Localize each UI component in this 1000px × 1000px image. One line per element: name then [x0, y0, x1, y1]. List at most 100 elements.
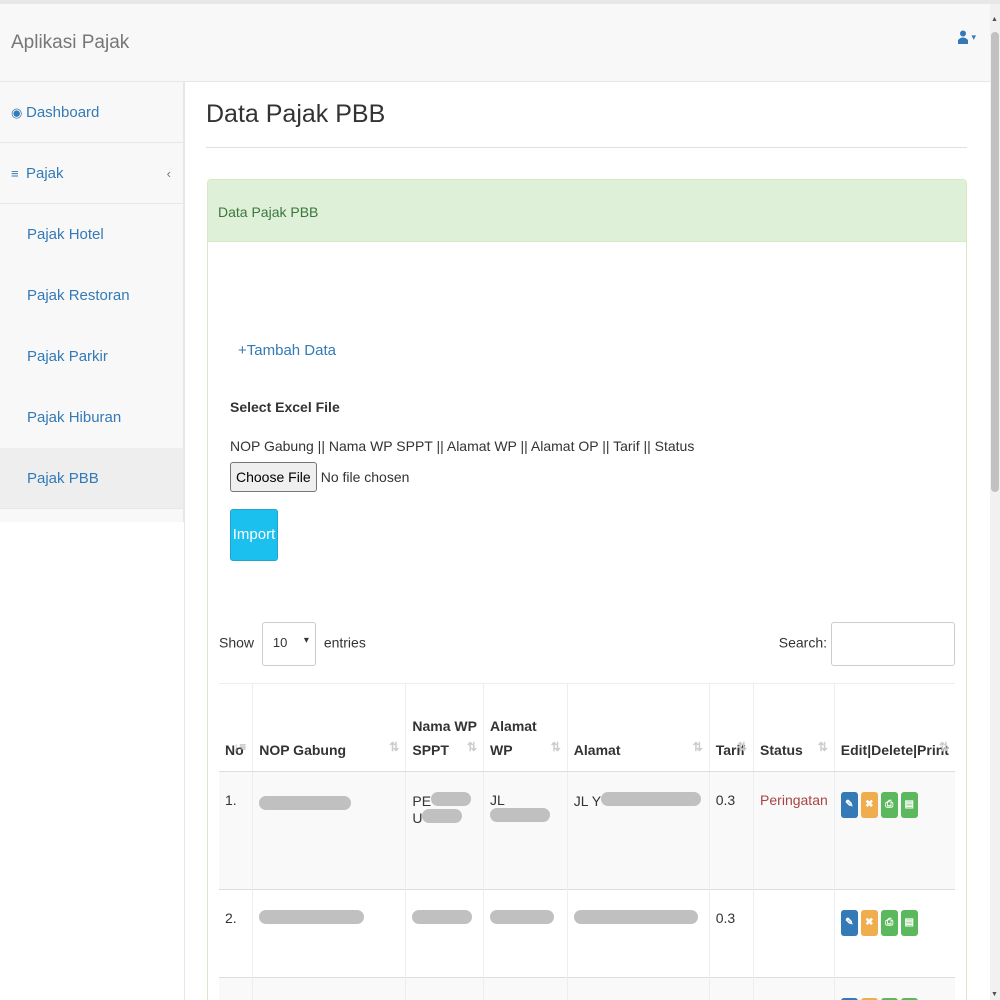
search-label: Search:: [778, 634, 827, 651]
delete-icon[interactable]: ✖: [860, 910, 878, 936]
divider: [206, 147, 967, 148]
column-header-nama[interactable]: Nama WP SPPT ⇅: [405, 683, 484, 772]
add-data-link[interactable]: +Tambah Data: [238, 342, 336, 359]
redacted-text: [431, 792, 472, 806]
edit-icon[interactable]: ✎: [840, 792, 858, 818]
entries-select[interactable]: 10 ▾: [261, 622, 316, 666]
cell-alamat-wp: JL PERINTIS: [483, 977, 568, 1000]
user-icon: [958, 30, 969, 44]
sidebar-item-label: Pajak PBB: [27, 470, 99, 487]
chevron-down-icon: ▾: [303, 635, 309, 646]
cell-status: Peringatan: [753, 771, 835, 890]
cell-alamat: JL PELEPAH ASRI II BT 06: [566, 977, 710, 1000]
document-icon[interactable]: ▤: [900, 910, 918, 936]
sidebar-item-pajak[interactable]: ≡ Pajak ‹: [0, 143, 183, 204]
sidebar-item-dashboard[interactable]: ◉ Dashboard: [0, 82, 183, 143]
sidebar-item-label: Pajak Restoran: [27, 287, 130, 304]
sidebar-item-pajak-restoran[interactable]: Pajak Restoran: [0, 265, 183, 326]
chevron-down-icon: ▾: [971, 32, 976, 42]
cell-no: 1.: [219, 771, 253, 890]
cell-alamat-wp: [483, 889, 568, 978]
page-title: Data Pajak PBB: [206, 100, 386, 128]
redacted-text: [259, 796, 352, 810]
cell-alamat: JL Y: [566, 771, 710, 890]
redacted-text: [490, 910, 555, 924]
sort-icon: ⇅: [692, 739, 703, 754]
excel-format-hint: NOP Gabung || Nama WP SPPT || Alamat WP …: [230, 438, 695, 454]
column-header-tarif[interactable]: Tarif ⇅: [708, 683, 754, 772]
table-row: 3. 317502100300000190 PT JL PERINTIS JL …: [219, 977, 955, 1000]
search-control: Search:: [779, 622, 955, 666]
table-row: 1. PE U JL JL Y 0.3 Peringatan ✎ ✖ ⎙ ▤: [219, 771, 955, 890]
sort-icon: ⇅: [466, 739, 478, 754]
file-status: No file chosen: [320, 469, 410, 485]
app-brand[interactable]: Aplikasi Pajak: [11, 32, 129, 54]
cell-tarif: 0.3: [708, 771, 754, 890]
sidebar-item-pajak-pbb[interactable]: Pajak PBB: [0, 448, 183, 509]
cell-tarif: 0.3: [708, 889, 754, 978]
sidebar-item-pajak-parkir[interactable]: Pajak Parkir: [0, 326, 183, 387]
cell-no: 2.: [219, 889, 253, 978]
cell-nop: [252, 771, 406, 890]
sidebar-item-pajak-hiburan[interactable]: Pajak Hiburan: [0, 387, 183, 448]
sort-icon: ⇅: [736, 739, 748, 754]
cell-no: 3.: [219, 977, 253, 1000]
redacted-text: [490, 808, 551, 822]
show-label: Show: [219, 634, 255, 651]
sidebar-item-label: Dashboard: [26, 104, 100, 121]
search-input[interactable]: [831, 622, 955, 666]
dashboard-icon: ◉: [11, 105, 23, 120]
scroll-down-icon[interactable]: ▼: [991, 991, 998, 998]
column-header-no[interactable]: No ↓≡: [219, 683, 253, 772]
user-menu[interactable]: ▾: [958, 28, 976, 44]
cell-actions: ✎✖⎙▤: [833, 771, 955, 890]
redacted-text: [601, 792, 702, 806]
choose-file-button[interactable]: Choose File: [230, 462, 317, 492]
redacted-text: [573, 910, 698, 924]
sort-icon: ⇅: [817, 739, 828, 754]
page-scrollbar[interactable]: ▲ ▼: [990, 4, 1000, 1000]
sort-icon: ⇅: [550, 739, 561, 754]
cell-actions: ✎✖⎙▤: [833, 977, 955, 1000]
sidebar-item-label: Pajak Parkir: [27, 348, 108, 365]
cell-actions: ✎✖⎙▤: [833, 889, 955, 978]
cell-alamat: [566, 889, 710, 978]
cell-alamat-wp: JL: [483, 771, 568, 890]
sidebar: ◉ Dashboard ≡ Pajak ‹ Pajak Hotel Pajak Re…: [0, 82, 184, 522]
edit-icon[interactable]: ✎: [840, 910, 858, 936]
column-header-actions[interactable]: Edit|Delete|Print ⇅: [833, 683, 955, 772]
top-navbar: Aplikasi Pajak ▾: [0, 4, 990, 82]
table-header-row: No ↓≡ NOP Gabung ⇅ Nama WP SPPT ⇅ Alamat WP…: [219, 683, 955, 772]
main-content: Data Pajak PBB Data Pajak PBB +Tambah Da…: [184, 82, 990, 1000]
panel-heading: Data Pajak PBB: [208, 180, 966, 242]
sort-icon: ⇅: [389, 739, 400, 754]
pbb-table: No ↓≡ NOP Gabung ⇅ Nama WP SPPT ⇅ Alamat WP…: [219, 683, 955, 1000]
sort-desc-icon: ↓≡: [233, 739, 247, 754]
column-header-status[interactable]: Status ⇅: [753, 683, 835, 772]
cell-nama: PE U: [405, 771, 484, 890]
cell-nama: [405, 889, 484, 978]
sidebar-item-label: Pajak Hotel: [27, 226, 104, 243]
sidebar-item-pajak-hotel[interactable]: Pajak Hotel: [0, 204, 183, 265]
scrollbar-thumb[interactable]: [991, 32, 999, 492]
column-header-nop[interactable]: NOP Gabung ⇅: [252, 683, 406, 772]
cell-tarif: 0.3: [708, 977, 754, 1000]
redacted-text: [412, 910, 473, 924]
cell-nop: 317502100300000190: [252, 977, 406, 1000]
column-header-alamat[interactable]: Alamat ⇅: [566, 683, 710, 772]
cell-nama: PT: [405, 977, 484, 1000]
delete-icon[interactable]: ✖: [860, 792, 878, 818]
column-header-alamat-wp[interactable]: Alamat WP ⇅: [483, 683, 568, 772]
print-icon[interactable]: ⎙: [880, 792, 898, 818]
cell-status: [753, 889, 835, 978]
cell-nop: [252, 889, 406, 978]
print-icon[interactable]: ⎙: [880, 910, 898, 936]
sort-icon: ⇅: [938, 739, 949, 754]
scroll-up-icon[interactable]: ▲: [991, 16, 998, 23]
chevron-left-icon: ‹: [166, 166, 171, 181]
import-button[interactable]: Import: [230, 509, 278, 561]
excel-file-label: Select Excel File: [230, 399, 340, 415]
document-icon[interactable]: ▤: [900, 792, 918, 818]
redacted-text: [422, 809, 463, 823]
redacted-text: [259, 910, 365, 924]
